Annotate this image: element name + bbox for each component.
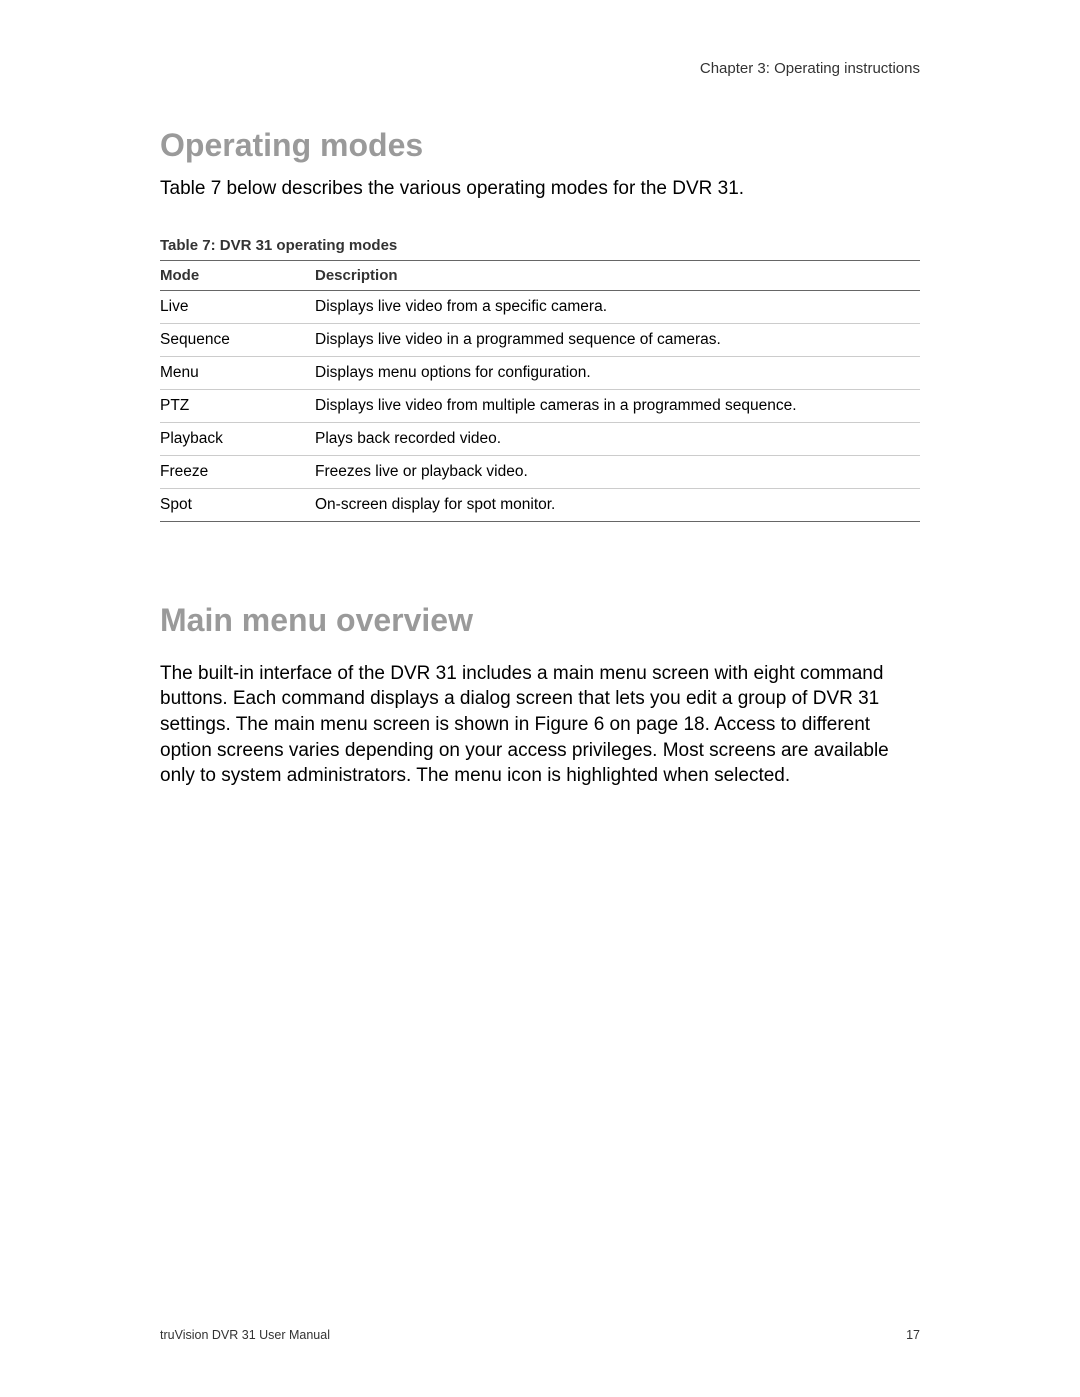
cell-description: Plays back recorded video. — [315, 422, 920, 455]
cell-mode: Freeze — [160, 455, 315, 488]
page-footer: truVision DVR 31 User Manual 17 — [160, 1328, 920, 1342]
table-row: Menu Displays menu options for configura… — [160, 356, 920, 389]
cell-description: Displays menu options for configuration. — [315, 356, 920, 389]
cell-mode: Sequence — [160, 323, 315, 356]
footer-page-number: 17 — [906, 1328, 920, 1342]
footer-doc-title: truVision DVR 31 User Manual — [160, 1328, 330, 1342]
table-row: Playback Plays back recorded video. — [160, 422, 920, 455]
table-row: Live Displays live video from a specific… — [160, 290, 920, 323]
cell-description: Displays live video from multiple camera… — [315, 389, 920, 422]
cell-mode: Menu — [160, 356, 315, 389]
heading-operating-modes: Operating modes — [160, 127, 920, 164]
table-header-mode: Mode — [160, 260, 315, 290]
cell-description: Displays live video in a programmed sequ… — [315, 323, 920, 356]
table-row: Sequence Displays live video in a progra… — [160, 323, 920, 356]
chapter-header: Chapter 3: Operating instructions — [160, 60, 920, 77]
cell-mode: Playback — [160, 422, 315, 455]
table-caption: Table 7: DVR 31 operating modes — [160, 237, 920, 254]
cell-mode: PTZ — [160, 389, 315, 422]
table-row: Freeze Freezes live or playback video. — [160, 455, 920, 488]
intro-operating-modes: Table 7 below describes the various oper… — [160, 176, 920, 202]
table-row: PTZ Displays live video from multiple ca… — [160, 389, 920, 422]
body-main-menu-overview: The built-in interface of the DVR 31 inc… — [160, 661, 920, 789]
cell-mode: Live — [160, 290, 315, 323]
heading-main-menu-overview: Main menu overview — [160, 602, 920, 639]
cell-description: Displays live video from a specific came… — [315, 290, 920, 323]
table-row: Spot On-screen display for spot monitor. — [160, 488, 920, 521]
cell-description: On-screen display for spot monitor. — [315, 488, 920, 521]
cell-mode: Spot — [160, 488, 315, 521]
cell-description: Freezes live or playback video. — [315, 455, 920, 488]
operating-modes-table: Mode Description Live Displays live vide… — [160, 260, 920, 522]
table-header-description: Description — [315, 260, 920, 290]
